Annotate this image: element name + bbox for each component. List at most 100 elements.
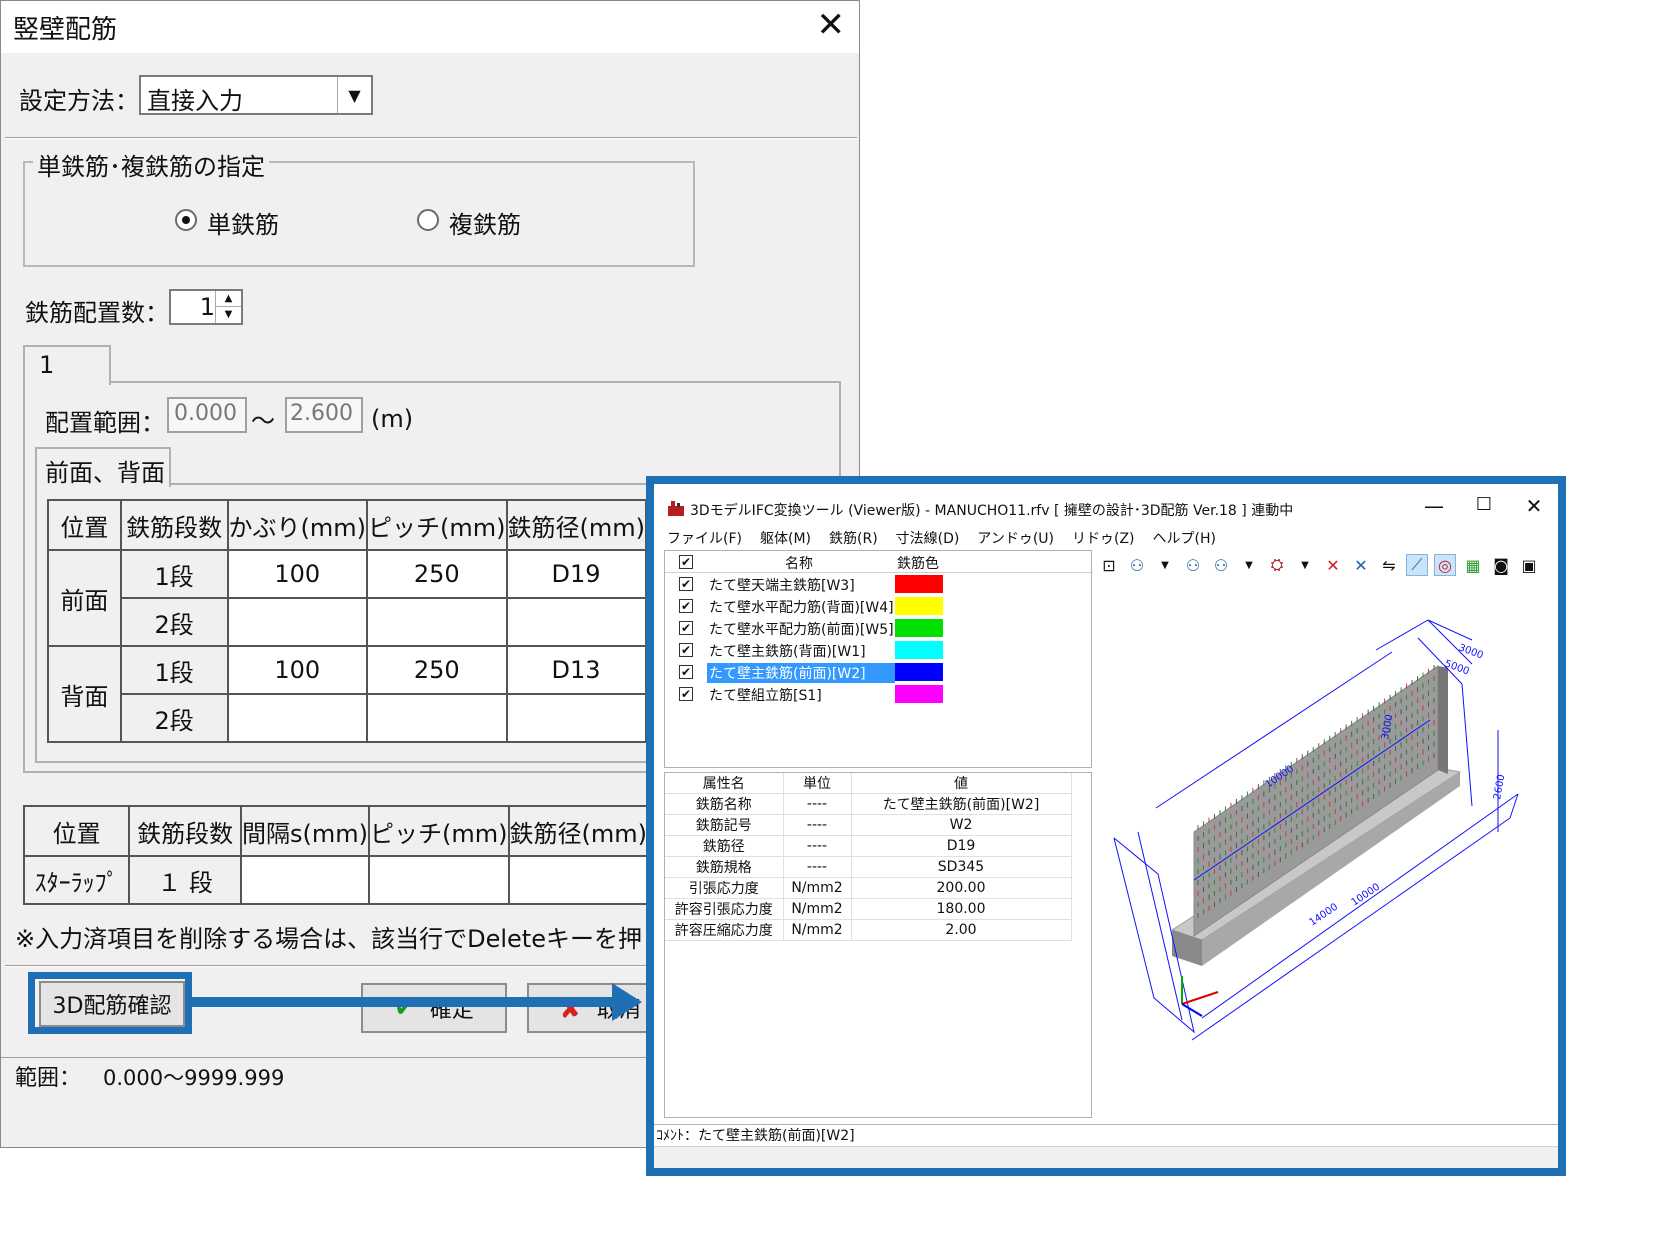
layer-color-swatch[interactable] — [895, 619, 943, 637]
menu-redo[interactable]: リドゥ(Z) — [1063, 528, 1144, 550]
cross-icon[interactable]: ✕ — [1350, 554, 1372, 576]
chevron-down-icon[interactable]: ▼ — [337, 77, 371, 113]
axis-icon[interactable]: ⟋ — [1406, 554, 1428, 576]
layer-row[interactable]: ✔ たて壁組立筋[S1] — [665, 683, 1093, 705]
close-icon[interactable]: ✕ — [817, 5, 846, 45]
layer-name[interactable]: たて壁水平配力筋(前面)[W5] — [707, 619, 895, 639]
method-select[interactable]: 直接入力 ▼ — [139, 75, 373, 115]
3d-view[interactable]: 10000 3000 5000 10000 14000 2600 3000 — [1098, 580, 1558, 1118]
viewer-toolbar: ⊡ ⚇ ▼ ⚇ ⚇ ▼ ⛭ ▼ ✕ ✕ ⇋ ⟋ ◎ ▦ ◙ ▣ — [1098, 552, 1554, 578]
chevron-down-icon[interactable]: ▼ — [1154, 554, 1176, 576]
cover-cell[interactable]: 100 — [226, 645, 369, 695]
target-icon[interactable]: ◎ — [1434, 554, 1456, 576]
rebar-icon[interactable]: ✕ — [1322, 554, 1344, 576]
layer-color-swatch[interactable] — [895, 663, 943, 681]
diameter-cell[interactable] — [505, 597, 647, 647]
layer-row[interactable]: ✔ たて壁水平配力筋(背面)[W4] — [665, 595, 1093, 617]
radio-double-label[interactable]: 複鉄筋 — [449, 205, 521, 240]
radio-double[interactable] — [417, 209, 439, 231]
cover-cell[interactable]: 100 — [226, 549, 369, 599]
camera-icon[interactable]: ◙ — [1490, 554, 1512, 576]
layer-checkbox[interactable]: ✔ — [679, 599, 693, 613]
diameter-cell[interactable] — [505, 693, 647, 743]
layer-row-selected[interactable]: ✔ たて壁主鉄筋(前面)[W2] — [665, 661, 1093, 683]
cover-cell[interactable] — [226, 693, 369, 743]
layer-color-swatch[interactable] — [895, 641, 943, 659]
layer-name[interactable]: たて壁主鉄筋(背面)[W1] — [707, 641, 895, 661]
layer-checkbox[interactable]: ✔ — [679, 621, 693, 635]
dim-label: 14000 — [1308, 902, 1341, 929]
stepper-down-icon[interactable]: ▼ — [216, 307, 241, 323]
all-checkbox[interactable]: ✔ — [679, 555, 693, 569]
prop-value: W2 — [851, 814, 1072, 836]
layer-row[interactable]: ✔ たて壁主鉄筋(背面)[W1] — [665, 639, 1093, 661]
range-to-field[interactable]: 2.600 — [285, 397, 363, 433]
pitch-cell[interactable]: 250 — [366, 549, 508, 599]
layer-row[interactable]: ✔ たて壁天端主鉄筋[W3] — [665, 573, 1093, 595]
pitch-cell[interactable] — [368, 855, 510, 905]
tab-front-back[interactable]: 前面、背面 — [35, 447, 171, 487]
menu-undo[interactable]: アンドゥ(U) — [968, 528, 1063, 550]
layer-row[interactable]: ✔ たて壁水平配力筋(前面)[W5] — [665, 617, 1093, 639]
layer-checkbox[interactable]: ✔ — [679, 665, 693, 679]
col-header: ピッチ(mm) — [366, 499, 508, 551]
wall-end — [1438, 666, 1448, 774]
cover-cell[interactable] — [226, 597, 369, 647]
menu-help[interactable]: ヘルプ(H) — [1144, 528, 1225, 550]
diameter-cell[interactable] — [507, 855, 649, 905]
arrow-head-icon — [612, 983, 642, 1021]
binoculars-icon[interactable]: ⚇ — [1210, 554, 1232, 576]
layer-checkbox[interactable]: ✔ — [679, 687, 693, 701]
pitch-cell[interactable] — [366, 693, 508, 743]
movie-icon[interactable]: ▣ — [1518, 554, 1540, 576]
fit-view-icon[interactable]: ⊡ — [1098, 554, 1120, 576]
prop-header: 値 — [851, 773, 1072, 794]
tab-1[interactable]: 1 — [23, 345, 111, 385]
layer-name[interactable]: たて壁水平配力筋(背面)[W4] — [707, 597, 895, 617]
chevron-down-icon[interactable]: ▼ — [1294, 554, 1316, 576]
property-table: 属性名 単位 値 鉄筋名称 ---- たて壁主鉄筋(前面)[W2] 鉄筋記号 ----… — [665, 773, 1072, 941]
pitch-cell[interactable]: 250 — [366, 645, 508, 695]
menu-rebar[interactable]: 鉄筋(R) — [820, 528, 887, 550]
3d-model[interactable]: 10000 3000 5000 10000 14000 2600 3000 — [1098, 580, 1558, 1118]
palette-icon[interactable]: ▦ — [1462, 554, 1484, 576]
layer-name[interactable]: たて壁主鉄筋(前面)[W2] — [707, 663, 895, 683]
menu-file[interactable]: ファイル(F) — [658, 528, 751, 550]
highlight-box — [28, 972, 192, 1034]
prop-value: たて壁主鉄筋(前面)[W2] — [851, 793, 1072, 815]
layer-name[interactable]: たて壁組立筋[S1] — [707, 685, 895, 705]
dimension-icon[interactable]: ⇋ — [1378, 554, 1400, 576]
note-viewport: ※入力済項目を削除する場合は、該当行でDeleteキーを押してください。 — [1, 917, 647, 953]
diameter-cell[interactable]: D19 — [505, 549, 647, 599]
menu-body[interactable]: 躯体(M) — [751, 528, 820, 550]
pitch-cell[interactable] — [366, 597, 508, 647]
minimize-icon[interactable]: — — [1412, 494, 1456, 518]
shape-icon[interactable]: ⛭ — [1266, 554, 1288, 576]
radio-single[interactable] — [175, 209, 197, 231]
layer-name[interactable]: たて壁天端主鉄筋[W3] — [707, 575, 895, 595]
stirrup-table-viewport: 位置 鉄筋段数 間隔s(mm) ピッチ(mm) 鉄筋径(mm) ｽﾀｰﾗｯﾌﾟ … — [23, 805, 649, 907]
layer-color-swatch[interactable] — [895, 597, 943, 615]
chevron-down-icon[interactable]: ▼ — [1238, 554, 1260, 576]
count-stepper[interactable]: 1 ▲ ▼ — [169, 289, 243, 325]
prop-name: 鉄筋規格 — [665, 856, 784, 878]
stepper-up-icon[interactable]: ▲ — [216, 291, 241, 307]
layer-color-swatch[interactable] — [895, 685, 943, 703]
layer-color-swatch[interactable] — [895, 575, 943, 593]
gap-cell[interactable] — [240, 855, 371, 905]
ok-button[interactable]: ✔ 確定 — [361, 983, 507, 1033]
menu-dimension[interactable]: 寸法線(D) — [887, 528, 969, 550]
stage-cell: 2段 — [119, 597, 229, 647]
prop-unit: ---- — [783, 793, 852, 815]
radio-single-label[interactable]: 単鉄筋 — [207, 205, 279, 240]
diameter-cell[interactable]: D13 — [505, 645, 647, 695]
prop-name: 鉄筋径 — [665, 835, 784, 857]
binoculars-icon[interactable]: ⚇ — [1182, 554, 1204, 576]
range-from-field[interactable]: 0.000 — [167, 397, 247, 433]
maximize-icon[interactable]: ☐ — [1462, 494, 1506, 515]
count-value[interactable]: 1 — [177, 293, 215, 321]
close-icon[interactable]: ✕ — [1512, 494, 1556, 518]
binoculars-icon[interactable]: ⚇ — [1126, 554, 1148, 576]
layer-checkbox[interactable]: ✔ — [679, 577, 693, 591]
layer-checkbox[interactable]: ✔ — [679, 643, 693, 657]
